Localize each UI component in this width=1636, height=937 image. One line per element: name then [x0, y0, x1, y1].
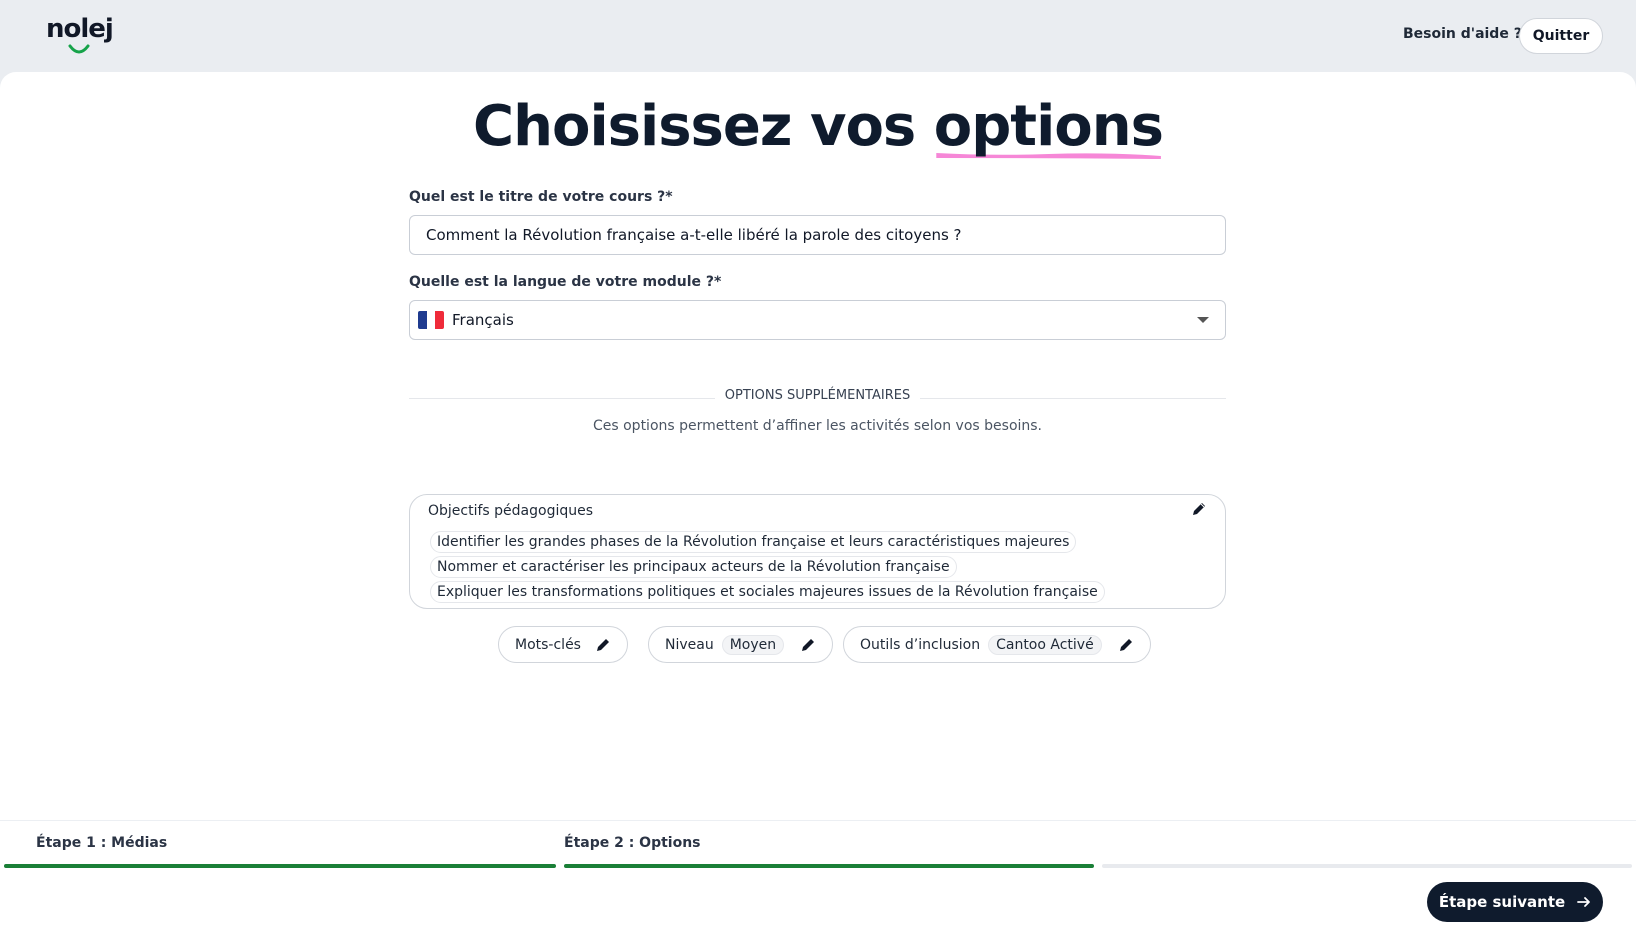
next-step-button-label: Étape suivante	[1438, 893, 1566, 911]
help-link[interactable]: Besoin d'aide ?	[1403, 26, 1522, 42]
course-title-input[interactable]: Comment la Révolution française a-t-elle…	[409, 215, 1226, 255]
inclusion-pill[interactable]: Outils d’inclusion Cantoo Activé	[843, 626, 1151, 663]
pencil-icon	[802, 638, 815, 651]
extra-options-heading: OPTIONS SUPPLÉMENTAIRES	[714, 388, 921, 403]
language-label: Quelle est la langue de votre module ?*	[409, 274, 722, 290]
step-2-label: Étape 2 : Options	[564, 835, 701, 851]
quit-button[interactable]: Quitter	[1519, 18, 1603, 54]
language-select[interactable]: Français	[409, 300, 1226, 340]
logo-smile-icon	[68, 44, 90, 54]
objective-chip: Identifier les grandes phases de la Révo…	[430, 531, 1077, 553]
chevron-down-icon	[1197, 317, 1209, 323]
main-card: Choisissez vos options Quel est le titre…	[0, 72, 1636, 937]
pencil-icon	[1119, 638, 1132, 651]
flag-fr-icon	[418, 311, 444, 329]
level-pill-value: Moyen	[721, 634, 785, 655]
page-title-prefix: Choisissez vos	[473, 94, 916, 159]
divider-heading-wrap: OPTIONS SUPPLÉMENTAIRES	[409, 388, 1226, 403]
extra-options-subtitle: Ces options permettent d’affiner les act…	[592, 418, 1043, 434]
language-select-value: Français	[452, 311, 514, 329]
logo-text: nolej	[46, 14, 114, 44]
steps-separator	[0, 820, 1636, 821]
next-step-button[interactable]: Étape suivante	[1427, 882, 1603, 922]
arrow-right-icon	[1577, 897, 1591, 907]
inclusion-pill-value: Cantoo Activé	[988, 634, 1102, 655]
step-1-progress-bar	[4, 864, 556, 868]
objectives-title: Objectifs pédagogiques	[428, 503, 594, 519]
top-bar: nolej Besoin d'aide ? Quitter	[0, 0, 1636, 72]
level-pill-label: Niveau	[665, 636, 714, 653]
extra-options-divider: OPTIONS SUPPLÉMENTAIRES	[409, 388, 1226, 408]
nolej-logo[interactable]: nolej	[46, 14, 114, 54]
keywords-pill-label: Mots-clés	[515, 636, 581, 653]
keywords-pill[interactable]: Mots-clés	[498, 626, 628, 663]
step-3-progress-bar	[1102, 864, 1632, 868]
level-pill[interactable]: Niveau Moyen	[648, 626, 834, 663]
course-title-label: Quel est le titre de votre cours ?*	[409, 189, 673, 205]
step-1-label: Étape 1 : Médias	[36, 835, 168, 851]
objective-chip: Nommer et caractériser les principaux ac…	[430, 556, 957, 578]
pencil-icon[interactable]	[1191, 501, 1207, 517]
page-title-highlight: options	[933, 92, 1164, 162]
objective-chip: Expliquer les transformations politiques…	[430, 581, 1105, 603]
page-title-highlight-text: options	[933, 94, 1164, 159]
step-2-progress-bar	[564, 864, 1094, 868]
page-title: Choisissez vos options	[0, 92, 1636, 162]
objectives-box[interactable]: Objectifs pédagogiques Identifier les gr…	[409, 494, 1226, 609]
pencil-icon	[596, 638, 609, 651]
inclusion-pill-label: Outils d’inclusion	[860, 636, 981, 653]
